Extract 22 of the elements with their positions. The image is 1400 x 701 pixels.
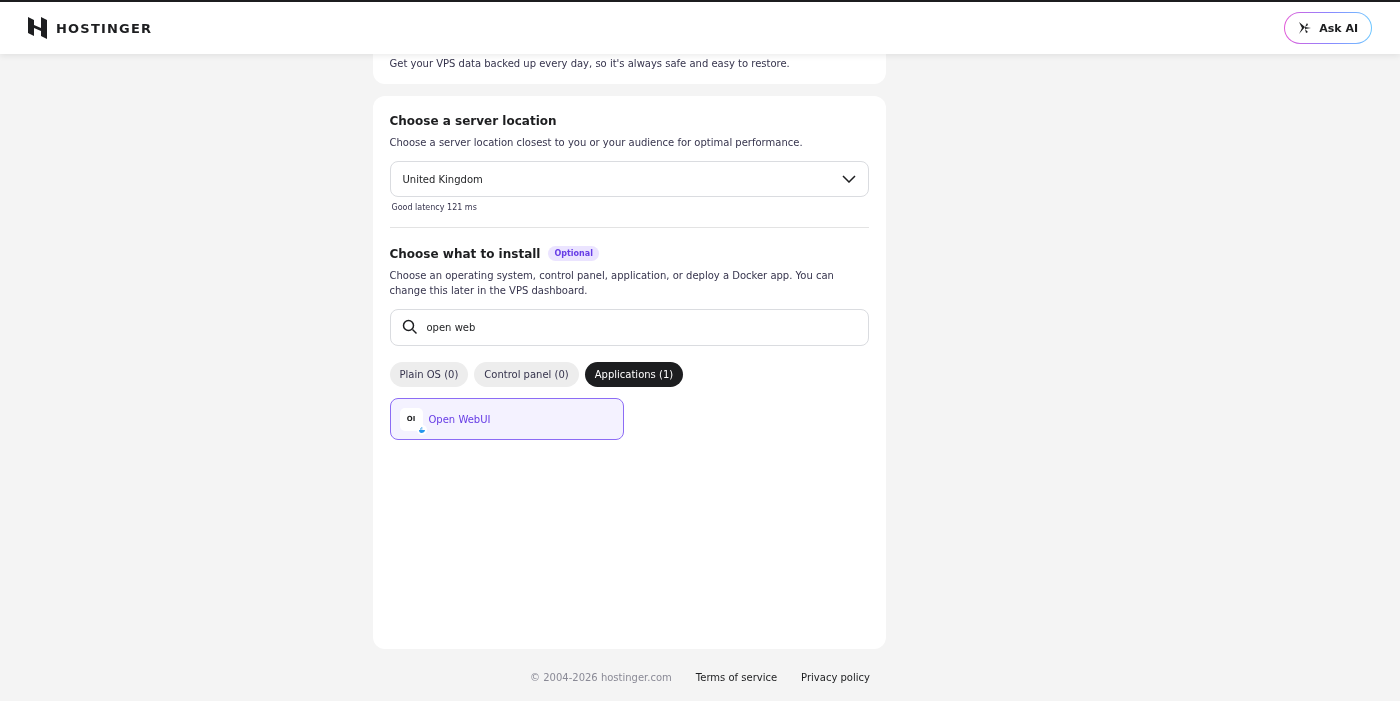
footer-link[interactable]: Terms of service: [695, 671, 778, 683]
section-description: Choose a server location closest to you or your audience for optimal performance.: [389, 136, 804, 150]
brand-name: HOSTINGER: [56, 20, 153, 36]
filter-chip[interactable]: Plain OS (0): [389, 362, 469, 387]
logo-icon: [28, 17, 47, 39]
search-icon: [401, 319, 418, 335]
app-name: Open WebUI: [428, 413, 491, 425]
chevron-down-icon: [841, 175, 856, 183]
section-title: Choose what to install: [389, 246, 541, 261]
footer-link[interactable]: Privacy policy: [801, 671, 870, 683]
filter-chip[interactable]: Control panel (0): [474, 362, 579, 387]
copyright-text: © 2004-2026 hostinger.com: [530, 671, 672, 683]
docker-icon: [416, 424, 427, 435]
latency-hint: Good latency 121 ms: [391, 203, 478, 212]
ask-ai-button[interactable]: Ask AI: [1284, 12, 1372, 44]
optional-badge: Optional: [548, 246, 599, 261]
location-select[interactable]: United Kingdom: [389, 161, 869, 197]
section-title: Choose a server location: [389, 114, 558, 128]
search-field[interactable]: open web: [389, 309, 869, 346]
section-description: Choose an operating system, control panel, application, or deploy a Docker app. You can change this later in the VPS dashboard.: [389, 269, 835, 298]
backup-description: Get your VPS data backed up every day, so it's always safe and easy to restore.: [389, 57, 791, 71]
filter-chip[interactable]: Applications (1): [584, 362, 684, 387]
